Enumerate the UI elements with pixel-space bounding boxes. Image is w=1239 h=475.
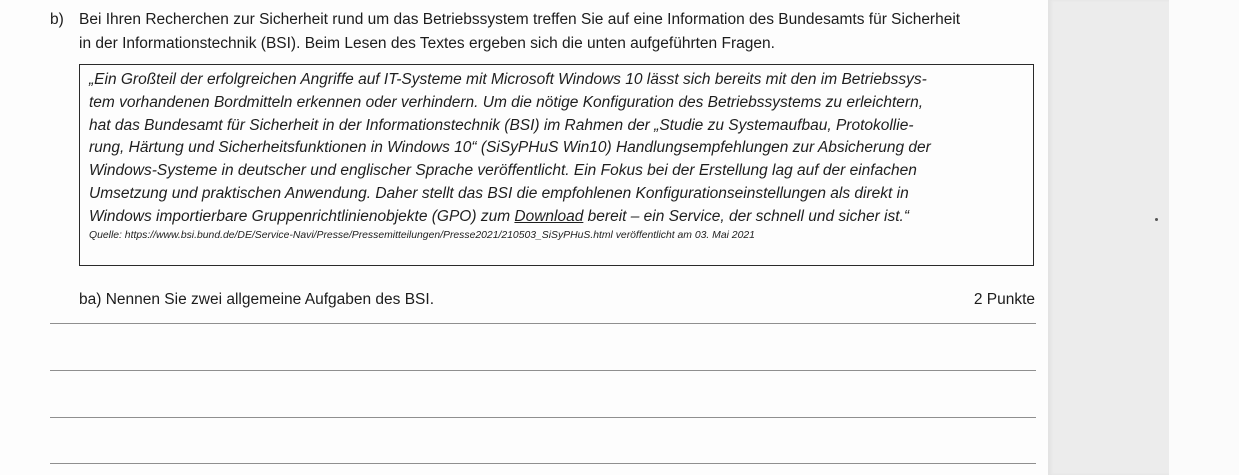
page-edge xyxy=(1169,0,1239,475)
answer-line[interactable] xyxy=(50,323,1036,324)
quote-line-3: hat das Bundesamt für Sicherheit in der … xyxy=(89,116,914,134)
subquestion-label: ba) Nennen Sie zwei allgemeine Aufgaben … xyxy=(79,291,435,308)
answer-line[interactable] xyxy=(50,417,1036,418)
scan-speck xyxy=(1155,218,1158,221)
worksheet-page: b) Bei Ihren Recherchen zur Sicherheit r… xyxy=(0,0,1239,475)
quote-line-6: Umsetzung und praktischen Anwendung. Dah… xyxy=(89,184,909,202)
quote-source: Quelle: https://www.bsi.bund.de/DE/Servi… xyxy=(89,229,755,241)
answer-line[interactable] xyxy=(50,463,1036,464)
quote-line-4: rung, Härtung und Sicherheitsfunktionen … xyxy=(89,139,931,157)
question-text: Bei Ihren Recherchen zur Sicherheit rund… xyxy=(79,8,1039,56)
quote-line-7-start: Windows importierbare Gruppenrichtlinien… xyxy=(89,207,515,225)
question-text-line-2: in der Informationstechnik (BSI). Beim L… xyxy=(79,35,775,52)
quote-line-5: Windows-Systeme in deutscher und englisc… xyxy=(89,162,917,180)
quote-line-1: „Ein Großteil der erfolgreichen Angriffe… xyxy=(89,71,927,88)
question-letter: b) xyxy=(50,11,64,28)
answer-line[interactable] xyxy=(50,370,1036,371)
quote-line-7-end: bereit – ein Service, der schnell und si… xyxy=(583,207,910,225)
download-link-text: Download xyxy=(514,207,584,225)
points-label: 2 Punkte xyxy=(973,291,1035,308)
quote-line-2: tem vorhandenen Bordmitteln erkennen ode… xyxy=(89,93,924,111)
question-text-line-1: Bei Ihren Recherchen zur Sicherheit rund… xyxy=(79,11,961,28)
quote-text: „Ein Großteil der erfolgreichen Angriffe… xyxy=(89,69,1025,229)
quote-box: „Ein Großteil der erfolgreichen Angriffe… xyxy=(79,64,1034,266)
quote-line-7: Windows importierbare Gruppenrichtlinien… xyxy=(89,206,1025,229)
